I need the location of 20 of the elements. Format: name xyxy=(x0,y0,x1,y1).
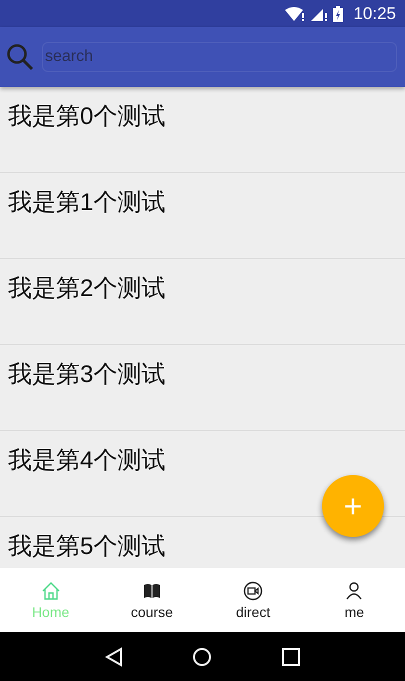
list-item[interactable]: 我是第5个测试 xyxy=(8,533,166,560)
nav-tab[interactable]: course xyxy=(101,568,202,632)
home-circle-icon xyxy=(192,646,212,666)
list-item[interactable]: 我是第2个测试 xyxy=(8,275,166,302)
signal-icon xyxy=(311,6,328,20)
back-icon xyxy=(104,646,123,666)
nav-tab[interactable]: me xyxy=(304,568,405,632)
wifi-icon xyxy=(285,6,306,20)
person-icon xyxy=(344,580,364,600)
recents-icon xyxy=(282,648,300,666)
list-item[interactable]: 我是第1个测试 xyxy=(8,189,166,216)
nav-tab[interactable]: direct xyxy=(202,568,304,632)
search-icon xyxy=(6,43,34,71)
clock: 10:25 xyxy=(353,4,396,24)
list-item[interactable]: 我是第4个测试 xyxy=(8,447,166,474)
list-item[interactable]: 我是第3个测试 xyxy=(8,361,166,388)
list-item[interactable]: 我是第0个测试 xyxy=(8,103,166,130)
battery-icon xyxy=(333,6,344,22)
video-camera-icon xyxy=(243,580,264,600)
house-icon xyxy=(40,580,61,600)
